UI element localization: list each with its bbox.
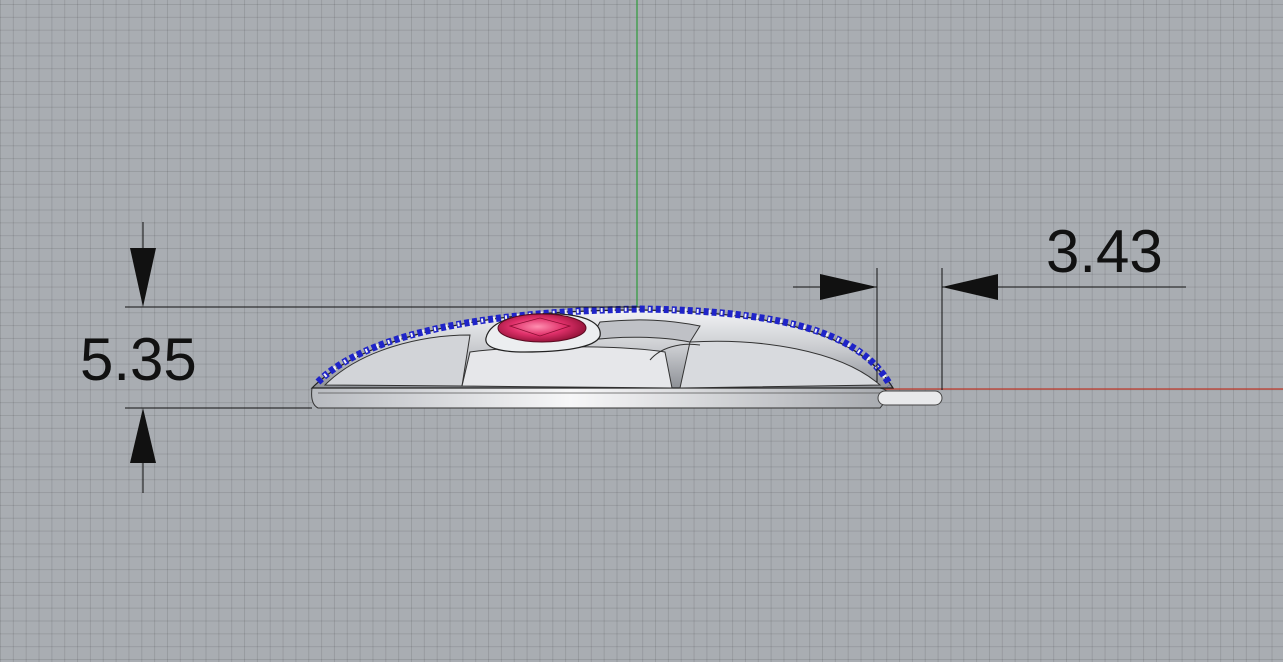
base-plate bbox=[311, 387, 889, 409]
arrow-up-icon bbox=[130, 408, 156, 463]
cad-viewport[interactable]: 5.35 3.43 bbox=[0, 0, 1283, 662]
inner-panel-center bbox=[461, 346, 673, 389]
dimension-label-horizontal: 3.43 bbox=[1046, 218, 1163, 285]
bail-loop bbox=[877, 390, 943, 406]
jewelry-model[interactable] bbox=[310, 305, 943, 409]
arrow-left-icon bbox=[942, 274, 998, 300]
arrow-down-icon bbox=[130, 248, 156, 307]
dimension-label-vertical: 5.35 bbox=[80, 326, 197, 393]
viewport-canvas[interactable]: 5.35 3.43 bbox=[0, 0, 1283, 662]
arrow-right-icon bbox=[820, 274, 877, 300]
